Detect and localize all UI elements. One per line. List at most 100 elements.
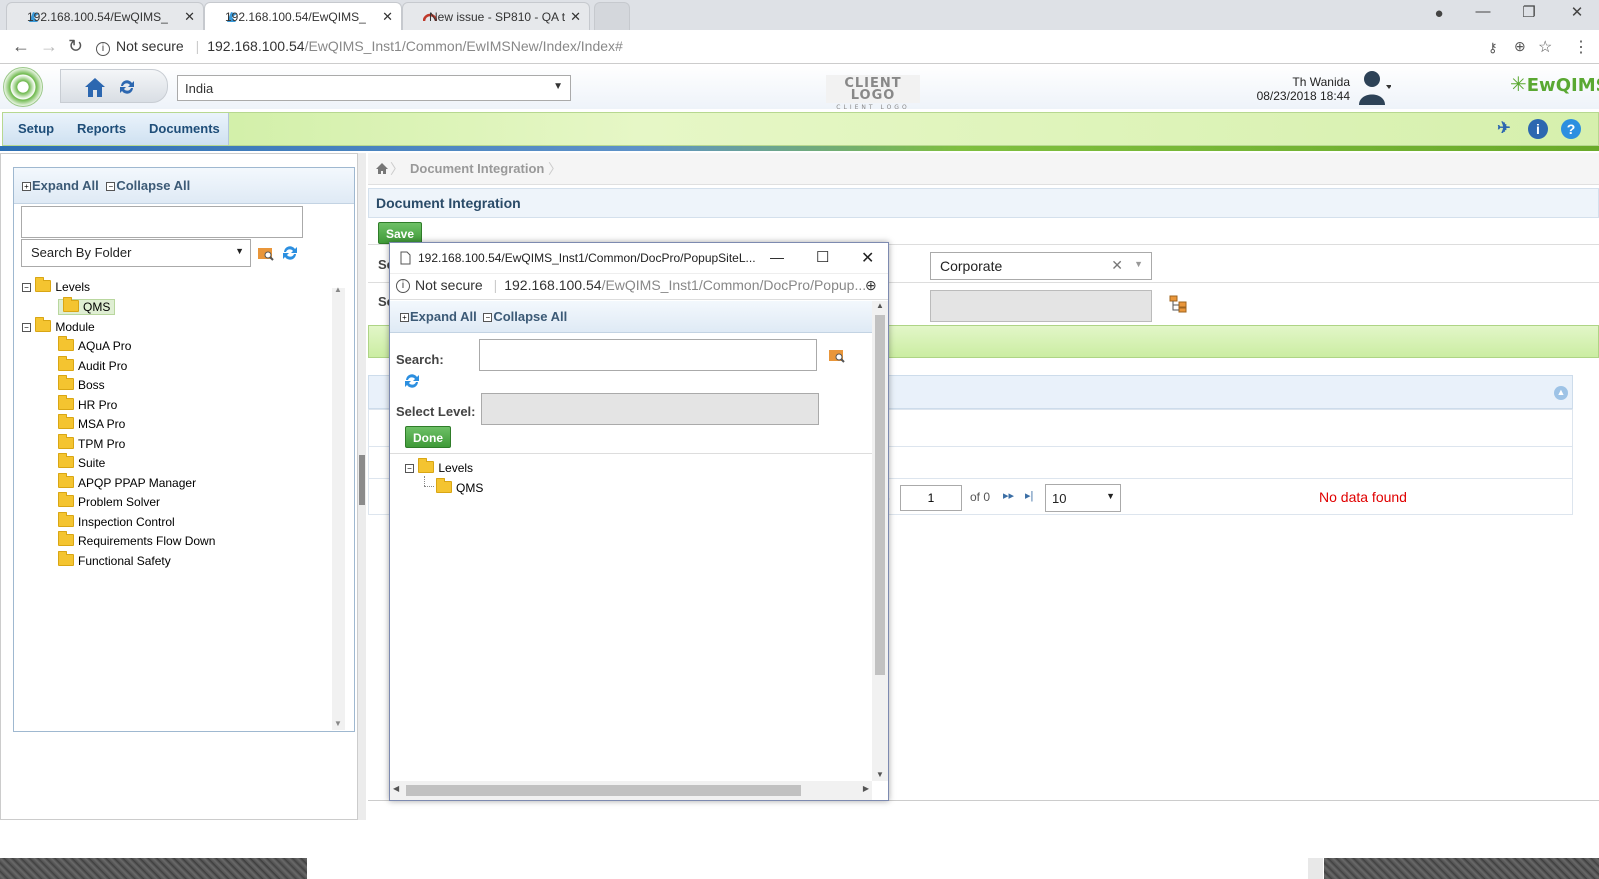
popup-address-bar: i Not secure | 192.168.100.54/EwQIMS_Inst…	[390, 274, 888, 300]
tree-node-module[interactable]: − Module	[22, 317, 95, 336]
refresh-icon[interactable]	[281, 244, 299, 262]
menu-reports[interactable]: Reports	[77, 121, 126, 136]
pin-icon[interactable]: ✈	[1494, 119, 1514, 139]
address-bar: ← → ↻ i Not secure | 192.168.100.54/EwQIMS…	[0, 30, 1599, 64]
tree-node-module-item[interactable]: Functional Safety	[58, 550, 171, 570]
select-level-label: Select Level:	[396, 404, 476, 419]
folder-icon	[58, 453, 74, 468]
client-logo-text: CLIENT LOGO	[844, 76, 902, 103]
url-field[interactable]: i Not secure | 192.168.100.54/EwQIMS_Inst1…	[96, 34, 1466, 60]
expand-all-button[interactable]: + Expand All	[22, 178, 99, 193]
popup-vertical-scrollbar[interactable]: ▲ ▼	[872, 301, 888, 781]
info-icon[interactable]: i	[96, 42, 110, 56]
tree-search-input[interactable]	[21, 206, 303, 238]
tab-close-icon[interactable]: ✕	[382, 9, 393, 25]
done-button[interactable]: Done	[405, 426, 451, 448]
minus-icon[interactable]: −	[22, 323, 31, 332]
menu-setup[interactable]: Setup	[18, 121, 54, 136]
tab-title: 192.168.100.54/EwQIMS_	[225, 10, 366, 24]
minimize-icon[interactable]: —	[1466, 3, 1500, 25]
tree-node-module-item[interactable]: Suite	[58, 453, 105, 472]
restore-icon[interactable]: ❐	[1512, 3, 1546, 25]
search-mode-value: Search By Folder	[31, 245, 132, 260]
tree-scrollbar[interactable]: ▲ ▼	[332, 285, 345, 730]
tree-node-module-item[interactable]: Boss	[58, 375, 105, 394]
folder-search-icon[interactable]	[257, 244, 275, 262]
tree-node-module-item[interactable]: MSA Pro	[58, 414, 125, 433]
tree-node-qms[interactable]: QMS	[58, 297, 116, 316]
browser-tab-2[interactable]: 192.168.100.54/EwQIMS_ ✕	[204, 2, 402, 30]
chevron-down-icon: ▼	[553, 81, 563, 92]
search-mode-select[interactable]: Search By Folder ▼	[21, 239, 251, 267]
expand-all-button[interactable]: + Expand All	[400, 309, 477, 324]
login-datetime: 08/23/2018 18:44	[1256, 89, 1350, 103]
home-icon[interactable]	[83, 76, 107, 98]
site-select-value: Corporate	[940, 258, 1003, 274]
help-icon[interactable]: ?	[1561, 119, 1581, 139]
refresh-icon[interactable]	[403, 372, 421, 390]
splitter-handle[interactable]	[359, 455, 365, 505]
tree-node-label: Functional Safety	[78, 553, 171, 568]
tree-node-module-item[interactable]: Requirements Flow Down	[58, 531, 215, 550]
save-button[interactable]: Save	[378, 222, 422, 244]
popup-horizontal-scrollbar[interactable]: ◀ ▶	[390, 781, 872, 800]
chevron-down-icon[interactable]: ▼	[1134, 259, 1143, 269]
collapse-circle-icon[interactable]: ▲	[1554, 386, 1568, 400]
profile-icon[interactable]: ●	[1422, 5, 1456, 27]
key-icon[interactable]: ⚷	[1488, 40, 1498, 56]
tree-node-module-item[interactable]: Inspection Control	[58, 511, 175, 531]
popup-search-input[interactable]	[479, 339, 817, 371]
tree-node-levels[interactable]: − Levels	[405, 458, 473, 477]
home-icon[interactable]	[375, 162, 389, 175]
tree-node-qms[interactable]: QMS	[436, 478, 483, 497]
tree-node-module-item[interactable]: Audit Pro	[58, 355, 128, 375]
tree-node-module-item[interactable]: Problem Solver	[58, 492, 160, 511]
close-icon[interactable]: ✕	[861, 248, 874, 268]
popup-body: + Expand All − Collapse All Search: Select…	[390, 301, 872, 789]
zoom-icon[interactable]: ⊕	[865, 277, 877, 294]
hierarchy-icon[interactable]	[1169, 295, 1187, 313]
last-page-icon[interactable]: ▸|	[1025, 489, 1033, 502]
menu-documents[interactable]: Documents	[149, 121, 220, 136]
browser-tab-3[interactable]: New issue - SP810 - QA t ✕	[402, 2, 590, 30]
bookmark-star-icon[interactable]: ☆	[1538, 37, 1552, 57]
minimize-icon[interactable]: —	[770, 249, 784, 265]
clear-icon[interactable]: ✕	[1111, 257, 1123, 274]
new-tab-button[interactable]	[594, 2, 630, 30]
tree-node-label: Audit Pro	[78, 358, 128, 373]
reload-icon[interactable]: ↻	[68, 36, 83, 57]
collapse-all-button[interactable]: − Collapse All	[106, 178, 190, 193]
country-select[interactable]: India ▼	[177, 75, 571, 101]
info-icon[interactable]: i	[396, 279, 410, 293]
collapse-all-button[interactable]: − Collapse All	[483, 309, 567, 324]
window-close-icon[interactable]: ✕	[1560, 3, 1594, 25]
maximize-icon[interactable]: ☐	[816, 248, 829, 266]
minus-icon[interactable]: −	[405, 464, 414, 473]
tree-node-module-item[interactable]: HR Pro	[58, 394, 117, 414]
menu-icon[interactable]: ⋮	[1573, 37, 1589, 57]
info-icon[interactable]: i	[1528, 119, 1548, 139]
tree-node-module-item[interactable]: AQuA Pro	[58, 336, 131, 355]
avatar-icon[interactable]	[1357, 67, 1391, 107]
minus-icon[interactable]: −	[22, 283, 31, 292]
tree-node-label: Boss	[78, 378, 105, 392]
folder-search-icon[interactable]	[828, 346, 846, 364]
browser-tab-1[interactable]: 192.168.100.54/EwQIMS_ ✕	[6, 2, 204, 30]
tree-node-levels[interactable]: − Levels	[22, 277, 90, 296]
site-select[interactable]: Corporate ✕ ▼	[930, 252, 1152, 280]
folder-icon	[58, 394, 74, 410]
zoom-icon[interactable]: ⊕	[1514, 38, 1526, 55]
tab-title: New issue - SP810 - QA t	[429, 10, 566, 24]
tree-node-module-item[interactable]: TPM Pro	[58, 433, 125, 453]
app-logo-icon[interactable]	[3, 67, 43, 107]
tab-close-icon[interactable]: ✕	[184, 9, 195, 25]
page-number-input[interactable]	[900, 485, 962, 511]
folder-icon	[58, 492, 74, 507]
page-size-select[interactable]: 10 ▼	[1045, 484, 1121, 512]
next-page-icon[interactable]: ▸▸	[1003, 489, 1014, 502]
tree-node-module-item[interactable]: APQP PPAP Manager	[58, 472, 196, 492]
forward-icon[interactable]: →	[40, 36, 58, 57]
back-icon[interactable]: ←	[12, 36, 30, 57]
tab-close-icon[interactable]: ✕	[570, 9, 581, 25]
refresh-icon[interactable]	[117, 77, 137, 97]
